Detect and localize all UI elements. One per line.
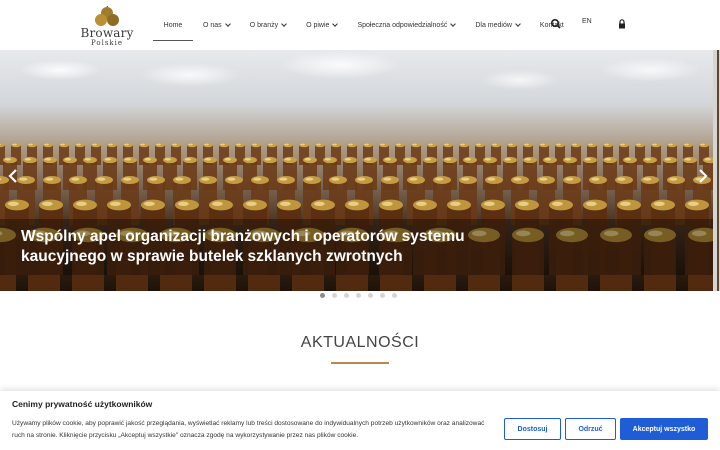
nav-item-label: Dla mediów (475, 21, 512, 29)
nav-item-label: O piwie (306, 21, 330, 29)
cookie-text: Używamy plików cookie, aby poprawić jako… (12, 420, 485, 439)
nav-item-home[interactable]: Home (153, 0, 193, 50)
slider-dot[interactable] (368, 293, 373, 298)
slider-dot[interactable] (320, 293, 325, 298)
page: Browary Polskie Home O nas O branży O pi… (0, 0, 720, 450)
nav-item-label: Społeczna odpowiedzialność (357, 21, 448, 29)
hops-logo-icon (95, 6, 119, 26)
slider-dot[interactable] (344, 293, 349, 298)
cookie-title: Cenimy prywatność użytkowników (12, 399, 153, 409)
section-title-news: AKTUALNOŚCI (300, 334, 420, 351)
nav-item-dla-mediow[interactable]: Dla mediów (465, 0, 530, 50)
chevron-down-icon (450, 20, 457, 27)
logo[interactable]: Browary Polskie (80, 6, 134, 47)
nav-item-o-nas[interactable]: O nas (193, 0, 240, 50)
chevron-right-icon[interactable] (695, 168, 711, 184)
nav-item-label: O nas (203, 21, 222, 29)
hero-slider: Wspólny apel organizacji branżowych i op… (0, 50, 713, 291)
hero-title[interactable]: Wspólny apel organizacji branżowych i op… (21, 227, 541, 267)
section-title-underline (331, 362, 389, 364)
slider-dots (320, 293, 397, 298)
cookie-banner: Cenimy prywatność użytkowników Używamy p… (0, 391, 720, 450)
customize-button[interactable]: Dostosuj (504, 418, 561, 440)
nav-item-label: Home (163, 21, 183, 29)
slider-dot[interactable] (356, 293, 361, 298)
chevron-down-icon (224, 20, 231, 27)
slider-dot[interactable] (380, 293, 385, 298)
nav-item-label: O branży (249, 21, 279, 29)
lock-icon[interactable] (615, 17, 629, 31)
chevron-left-icon[interactable] (5, 168, 21, 184)
slider-dot[interactable] (392, 293, 397, 298)
nav-item-spoleczna-odpowiedzialnosc[interactable]: Społeczna odpowiedzialność (347, 0, 465, 50)
next-slide-peek (713, 50, 720, 291)
site-header: Browary Polskie Home O nas O branży O pi… (0, 0, 720, 50)
search-icon[interactable] (549, 17, 563, 31)
reject-button[interactable]: Odrzuć (565, 418, 616, 440)
nav-item-o-branzy[interactable]: O branży (240, 0, 296, 50)
nav-item-o-piwie[interactable]: O piwie (296, 0, 347, 50)
accept-all-button[interactable]: Akceptuj wszystko (620, 418, 708, 440)
logo-text-polskie: Polskie (90, 39, 124, 47)
language-switch[interactable]: EN (582, 18, 592, 25)
slider-dot[interactable] (332, 293, 337, 298)
chevron-down-icon (332, 20, 339, 27)
chevron-down-icon (281, 20, 287, 27)
logo-text-browary: Browary (80, 26, 134, 40)
main-nav: Home O nas O branży O piwie Społeczna od… (153, 0, 574, 50)
chevron-down-icon (515, 20, 521, 27)
